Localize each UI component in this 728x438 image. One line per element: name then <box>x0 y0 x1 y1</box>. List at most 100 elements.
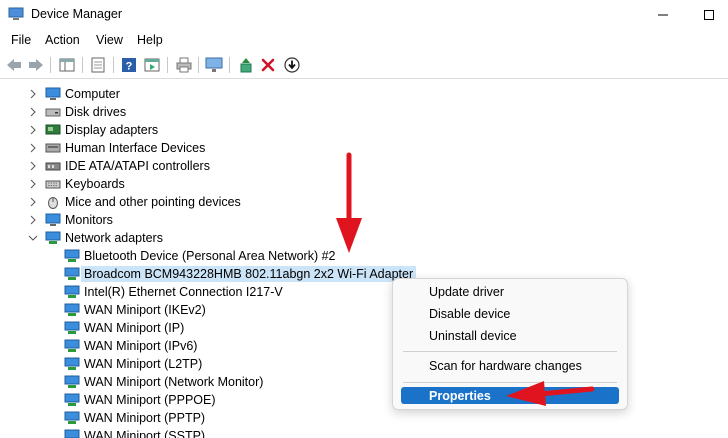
disable-toolbar-button[interactable] <box>282 55 302 75</box>
tree-node-label: Computer <box>65 87 120 101</box>
context-uninstall-device[interactable]: Uninstall device <box>401 326 619 346</box>
tree-node-label: WAN Miniport (SSTP) <box>84 429 206 438</box>
chevron-right-icon[interactable] <box>28 215 38 225</box>
network-device-intel-ethernet[interactable]: Intel(R) Ethernet Connection I217-V <box>64 283 283 301</box>
printer-icon <box>176 57 192 73</box>
help-toolbar-button[interactable]: ? <box>119 55 139 75</box>
tree-node-label-selected: Broadcom BCM943228HMB 802.11abgn 2x2 Wi-… <box>81 266 417 282</box>
menu-bar: File Action View Help <box>0 30 728 52</box>
context-scan-hardware-changes[interactable]: Scan for hardware changes <box>401 356 619 376</box>
network-device-icon <box>64 393 80 406</box>
tree-node-label: WAN Miniport (Network Monitor) <box>84 375 264 389</box>
tree-node-display-adapters[interactable]: Display adapters <box>28 121 158 139</box>
tree-node-label: Mice and other pointing devices <box>65 195 241 209</box>
tree-node-human-interface-devices[interactable]: Human Interface Devices <box>28 139 205 157</box>
chevron-right-icon[interactable] <box>28 143 38 153</box>
print-toolbar-button[interactable] <box>174 55 194 75</box>
network-device-wan-l2tp[interactable]: WAN Miniport (L2TP) <box>64 355 202 373</box>
chevron-right-icon[interactable] <box>28 89 38 99</box>
chevron-right-icon[interactable] <box>28 107 38 117</box>
console-tree-icon <box>59 58 75 72</box>
uninstall-toolbar-button[interactable] <box>258 55 278 75</box>
tree-node-mice[interactable]: Mice and other pointing devices <box>28 193 241 211</box>
toolbar-separator <box>229 57 230 73</box>
chevron-right-icon[interactable] <box>28 161 38 171</box>
show-hide-tree-button[interactable] <box>57 55 77 75</box>
toolbar-separator <box>50 57 51 73</box>
context-properties[interactable]: Properties <box>401 387 619 404</box>
network-device-wan-pppoe[interactable]: WAN Miniport (PPPOE) <box>64 391 216 409</box>
network-device-icon <box>64 375 80 388</box>
tree-node-label: WAN Miniport (IP) <box>84 321 185 335</box>
tree-node-label: WAN Miniport (IPv6) <box>84 339 198 353</box>
device-manager-icon <box>8 7 24 20</box>
minimize-icon <box>658 14 668 16</box>
chevron-right-icon[interactable] <box>28 179 38 189</box>
network-device-icon <box>64 411 80 424</box>
scan-toolbar-button[interactable] <box>204 55 224 75</box>
tree-node-network-adapters[interactable]: Network adapters <box>28 229 163 247</box>
network-device-wan-ikev2[interactable]: WAN Miniport (IKEv2) <box>64 301 206 319</box>
tree-node-label: Intel(R) Ethernet Connection I217-V <box>84 285 283 299</box>
context-menu: Update driver Disable device Uninstall d… <box>392 278 628 410</box>
network-device-broadcom-wifi[interactable]: Broadcom BCM943228HMB 802.11abgn 2x2 Wi-… <box>64 265 417 283</box>
tree-node-label: Human Interface Devices <box>65 141 206 155</box>
red-x-icon <box>261 58 275 72</box>
network-device-wan-ipv6[interactable]: WAN Miniport (IPv6) <box>64 337 197 355</box>
help-icon: ? <box>122 58 136 73</box>
menu-help[interactable]: Help <box>137 33 163 47</box>
context-update-driver[interactable]: Update driver <box>401 282 619 302</box>
toolbar-separator <box>198 57 199 73</box>
back-button[interactable] <box>4 55 24 75</box>
chevron-down-icon[interactable] <box>28 233 38 243</box>
monitor-icon <box>45 213 61 226</box>
context-disable-device[interactable]: Disable device <box>401 304 619 324</box>
network-device-wan-network-monitor[interactable]: WAN Miniport (Network Monitor) <box>64 373 263 391</box>
tree-node-ide-controllers[interactable]: IDE ATA/ATAPI controllers <box>28 157 210 175</box>
tree-node-label: Keyboards <box>65 177 125 191</box>
network-device-icon <box>64 339 80 352</box>
tree-node-label: Display adapters <box>65 123 159 137</box>
tree-node-monitors[interactable]: Monitors <box>28 211 113 229</box>
svg-text:?: ? <box>126 61 133 73</box>
network-device-bluetooth[interactable]: Bluetooth Device (Personal Area Network)… <box>64 247 336 265</box>
forward-arrow-icon <box>29 59 43 71</box>
tree-node-computer[interactable]: Computer <box>28 85 120 103</box>
network-device-icon <box>64 321 80 334</box>
properties-toolbar-button[interactable] <box>88 55 108 75</box>
network-adapter-icon <box>45 231 61 244</box>
minimize-button[interactable] <box>640 0 686 30</box>
tree-node-label: WAN Miniport (PPPOE) <box>84 393 216 407</box>
network-device-wan-ip[interactable]: WAN Miniport (IP) <box>64 319 184 337</box>
network-device-icon <box>64 249 80 262</box>
network-device-wan-sstp[interactable]: WAN Miniport (SSTP) <box>64 427 205 438</box>
network-device-wan-pptp[interactable]: WAN Miniport (PPTP) <box>64 409 205 427</box>
update-driver-toolbar-button[interactable] <box>236 55 256 75</box>
network-device-icon <box>64 303 80 316</box>
menu-action[interactable]: Action <box>45 33 80 47</box>
context-menu-separator <box>403 382 617 383</box>
forward-button[interactable] <box>26 55 46 75</box>
update-driver-icon <box>240 58 252 73</box>
view-toolbar-button[interactable] <box>142 55 162 75</box>
menu-file[interactable]: File <box>11 33 31 47</box>
menu-view[interactable]: View <box>96 33 123 47</box>
title-bar: Device Manager <box>0 0 728 30</box>
hid-icon <box>45 143 61 153</box>
toolbar-separator <box>82 57 83 73</box>
download-circle-icon <box>284 57 300 73</box>
chevron-right-icon[interactable] <box>28 197 38 207</box>
chevron-right-icon[interactable] <box>28 125 38 135</box>
maximize-button[interactable] <box>686 0 728 30</box>
monitor-scan-icon <box>205 57 223 72</box>
mouse-icon <box>48 197 58 209</box>
network-device-icon <box>64 357 80 370</box>
tree-node-label: Disk drives <box>65 105 127 119</box>
tree-node-keyboards[interactable]: Keyboards <box>28 175 125 193</box>
back-arrow-icon <box>7 59 21 71</box>
tree-node-label: IDE ATA/ATAPI controllers <box>65 159 210 173</box>
tree-node-disk-drives[interactable]: Disk drives <box>28 103 126 121</box>
ide-controller-icon <box>45 162 61 171</box>
tree-node-label: WAN Miniport (IKEv2) <box>84 303 206 317</box>
toolbar-separator <box>167 57 168 73</box>
